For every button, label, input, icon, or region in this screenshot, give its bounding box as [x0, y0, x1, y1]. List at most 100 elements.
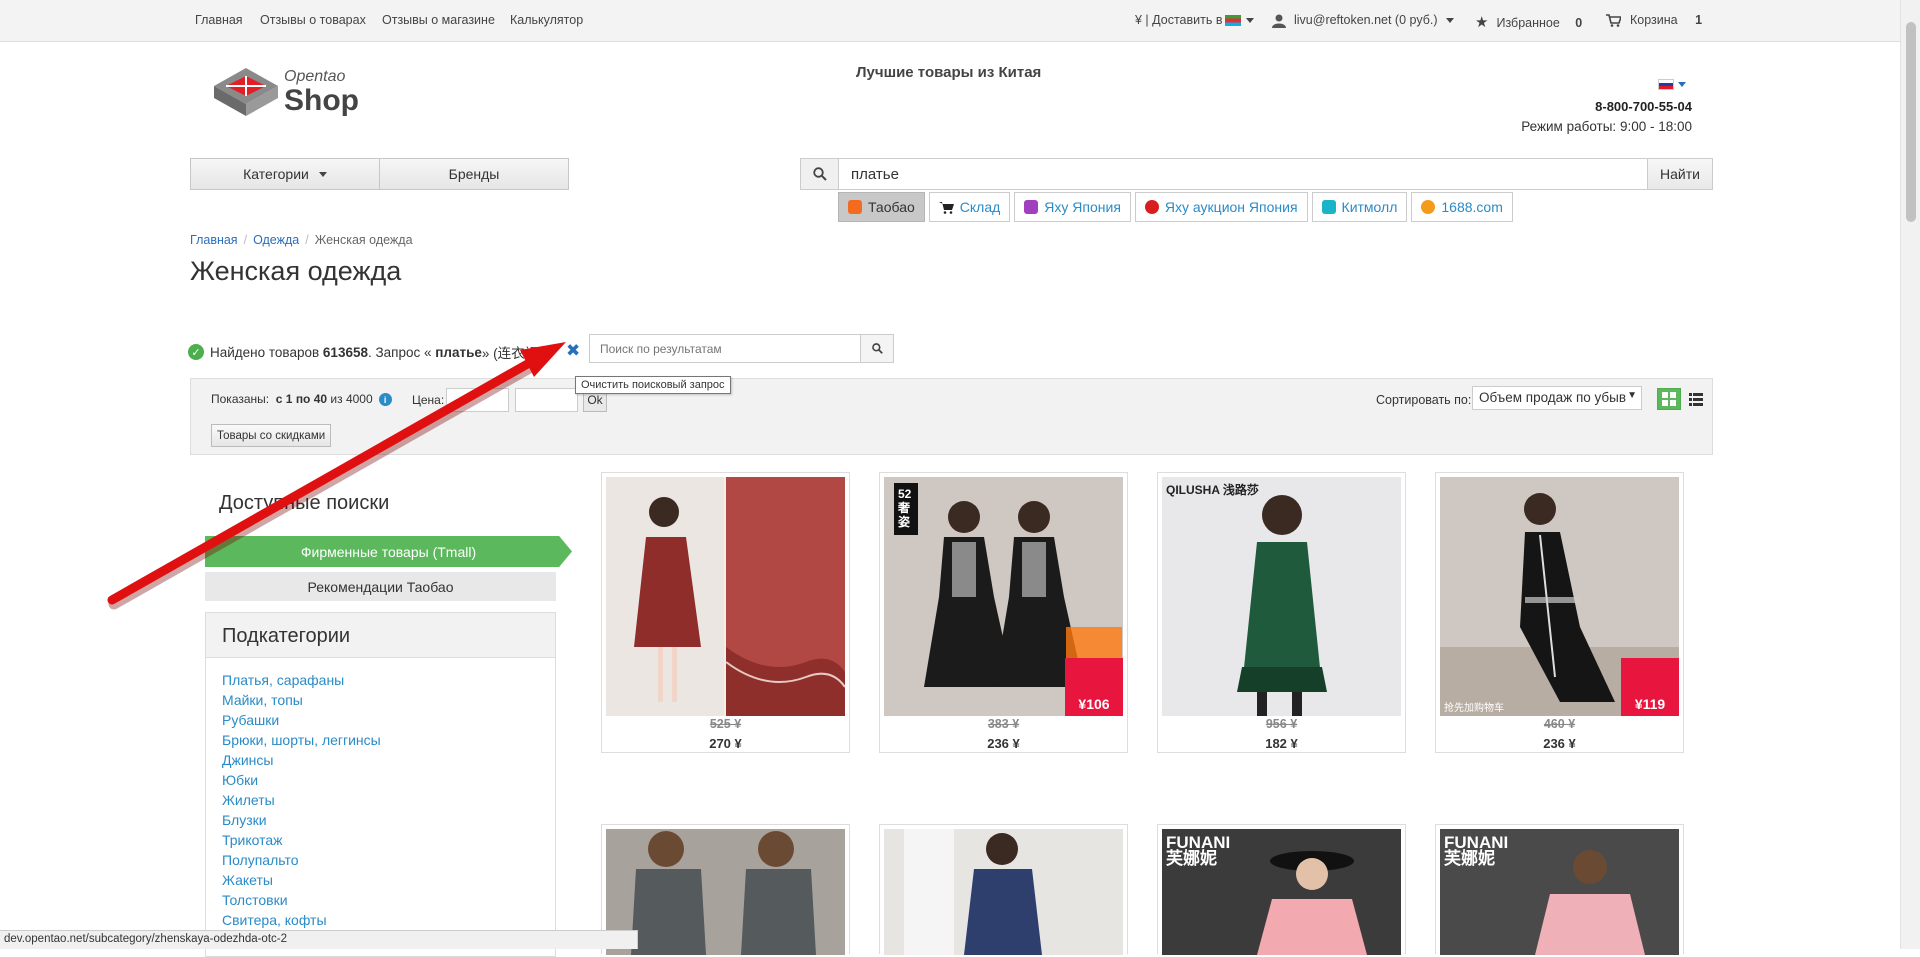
subcategory-link[interactable]: Свитера, кофты	[222, 910, 539, 930]
provider-tab-taobao[interactable]: Таобао	[838, 192, 925, 222]
working-hours: Режим работы: 9:00 - 18:00	[1521, 119, 1692, 134]
subcategory-link[interactable]: Жакеты	[222, 870, 539, 890]
provider-tab-kitmall[interactable]: Китмолл	[1311, 192, 1408, 222]
search-bar: Найти	[800, 158, 1713, 190]
product-old-price: 383 ¥	[987, 717, 1020, 731]
found-count: 613658	[322, 344, 368, 360]
taobao-recommendations-button[interactable]: Рекомендации Таобао	[205, 572, 556, 601]
provider-tab-1688[interactable]: 1688.com	[1411, 192, 1513, 222]
logo-cube-icon	[214, 68, 278, 116]
nav-shop-reviews-link[interactable]: Отзывы о магазине	[382, 13, 495, 27]
product-card[interactable]	[601, 824, 850, 955]
product-card[interactable]: FUNANI 芙娜妮	[1157, 824, 1406, 955]
language-selector[interactable]	[1658, 76, 1686, 91]
product-image-text: FUNANI 芙娜妮	[1444, 833, 1509, 868]
breadcrumb-home[interactable]: Главная	[190, 233, 238, 247]
product-image[interactable]: 52 奢姿 ¥106	[884, 477, 1123, 716]
browser-status-bar: dev.opentao.net/subcategory/zhenskaya-od…	[0, 930, 638, 949]
page-title: Женская одежда	[190, 256, 402, 286]
provider-tabs: Таобао Склад Яху Япония Яху аукцион Япон…	[838, 192, 1513, 222]
subcategories-panel: Подкатегории Платья, сарафаны Майки, топ…	[205, 612, 556, 957]
subcategory-link[interactable]: Полупальто	[222, 850, 539, 870]
product-card[interactable]: 抢先加购物车 ¥119 460 ¥ 236 ¥	[1435, 472, 1684, 753]
chevron-down-icon	[1246, 18, 1255, 24]
subcategory-link[interactable]: Жилеты	[222, 790, 539, 810]
breadcrumb-clothes[interactable]: Одежда	[253, 233, 299, 247]
subcategory-link[interactable]: Брюки, шорты, леггинсы	[222, 730, 539, 750]
favorites-count: 0	[1575, 16, 1583, 30]
discount-products-button[interactable]: Товары со скидками	[211, 424, 332, 447]
provider-tab-yahoo-auction[interactable]: Яху аукцион Япония	[1134, 192, 1308, 222]
scrollbar-thumb[interactable]	[1906, 22, 1916, 222]
subcategory-link[interactable]: Юбки	[222, 770, 539, 790]
product-image[interactable]: 抢先加购物车 ¥119	[1440, 477, 1679, 716]
cart-label: Корзина	[1630, 13, 1678, 27]
subcategory-link[interactable]: Рубашки	[222, 710, 539, 730]
subcategory-link[interactable]: Джинсы	[222, 750, 539, 770]
provider-label: Склад	[959, 199, 1001, 215]
grid-view-icon[interactable]	[1657, 388, 1681, 410]
found-suffix: » (连衣裙) .	[481, 346, 551, 361]
nav-home-link[interactable]: Главная	[195, 13, 243, 27]
subcategory-link[interactable]: Трикотаж	[222, 830, 539, 850]
product-card[interactable]: 52 奢姿 ¥106 383 ¥ 236 ¥	[879, 472, 1128, 753]
product-image[interactable]	[606, 477, 845, 716]
nav-calculator-link[interactable]: Калькулятор	[510, 13, 583, 27]
cart-count: 1	[1695, 13, 1703, 27]
result-search-button[interactable]	[861, 334, 894, 363]
result-search-input[interactable]	[589, 334, 861, 363]
delivery-dropdown[interactable]: ¥ | Доставить в	[1135, 13, 1255, 27]
tmall-button[interactable]: Фирменные товары (Tmall)	[205, 536, 572, 567]
categories-button[interactable]: Категории	[190, 158, 380, 190]
info-icon[interactable]: i	[378, 393, 392, 407]
search-input[interactable]	[839, 158, 1647, 190]
subcategory-link[interactable]: Платья, сарафаны	[222, 670, 539, 690]
promo-badge: ¥106	[1065, 658, 1123, 716]
chevron-down-icon	[1445, 18, 1454, 24]
favorites-label: Избранное	[1496, 16, 1560, 30]
logo-big-text: Shop	[284, 84, 359, 117]
subcategory-link[interactable]: Блузки	[222, 810, 539, 830]
provider-label: Таобао	[868, 199, 915, 215]
product-old-price: 956 ¥	[1265, 717, 1298, 731]
subcategory-link[interactable]: Майки, топы	[222, 690, 539, 710]
cart-link[interactable]: Корзина 1	[1606, 13, 1703, 28]
brands-button[interactable]: Бренды	[380, 158, 569, 190]
clear-search-icon[interactable]: ✖	[566, 341, 580, 361]
subcategories-title: Подкатегории	[206, 613, 555, 658]
product-card[interactable]	[879, 824, 1128, 955]
list-view-icon[interactable]	[1685, 388, 1707, 410]
product-image[interactable]: FUNANI 芙娜妮	[1162, 829, 1401, 955]
price-to-input[interactable]	[515, 388, 578, 412]
price-from-input[interactable]	[446, 388, 509, 412]
product-price: 182 ¥	[1265, 736, 1298, 751]
sort-select[interactable]: Объем продаж по убыв ▼	[1472, 386, 1642, 410]
search-submit-button[interactable]: Найти	[1647, 158, 1713, 190]
page-scrollbar[interactable]	[1900, 0, 1920, 949]
site-logo[interactable]: Opentao Shop	[212, 66, 362, 122]
product-image[interactable]	[606, 829, 845, 955]
provider-tab-yahoo-japan[interactable]: Яху Япония	[1014, 192, 1131, 222]
1688-icon	[1421, 200, 1436, 214]
product-card[interactable]: QILUSHA 浅路莎 956 ¥ 182 ¥	[1157, 472, 1406, 753]
user-menu[interactable]: livu@reftoken.net (0 руб.)	[1272, 13, 1454, 28]
provider-label: Яху Япония	[1044, 199, 1121, 215]
search-icon-button[interactable]	[800, 158, 839, 190]
product-image[interactable]: QILUSHA 浅路莎	[1162, 477, 1401, 716]
promo-badge: ¥119	[1621, 658, 1679, 716]
category-bar: Категории Бренды	[190, 158, 569, 190]
nav-product-reviews-link[interactable]: Отзывы о товарах	[260, 13, 366, 27]
product-image[interactable]: FUNANI 芙娜妮	[1440, 829, 1679, 955]
product-card[interactable]: FUNANI 芙娜妮	[1435, 824, 1684, 955]
favorites-link[interactable]: ★ Избранное 0	[1475, 13, 1582, 31]
subcategory-link[interactable]: Толстовки	[222, 890, 539, 910]
product-image-text: FUNANI 芙娜妮	[1166, 833, 1231, 868]
check-circle-icon: ✓	[188, 344, 204, 360]
provider-tab-warehouse[interactable]: Склад	[928, 192, 1011, 222]
shown-label: Показаны:	[211, 392, 270, 406]
site-tagline: Лучшие товары из Китая	[856, 64, 1042, 81]
product-image[interactable]	[884, 829, 1123, 955]
product-card[interactable]: 525 ¥ 270 ¥	[601, 472, 850, 753]
azerbaijan-flag-icon	[1225, 15, 1242, 27]
yahoo-auction-icon	[1144, 200, 1159, 214]
